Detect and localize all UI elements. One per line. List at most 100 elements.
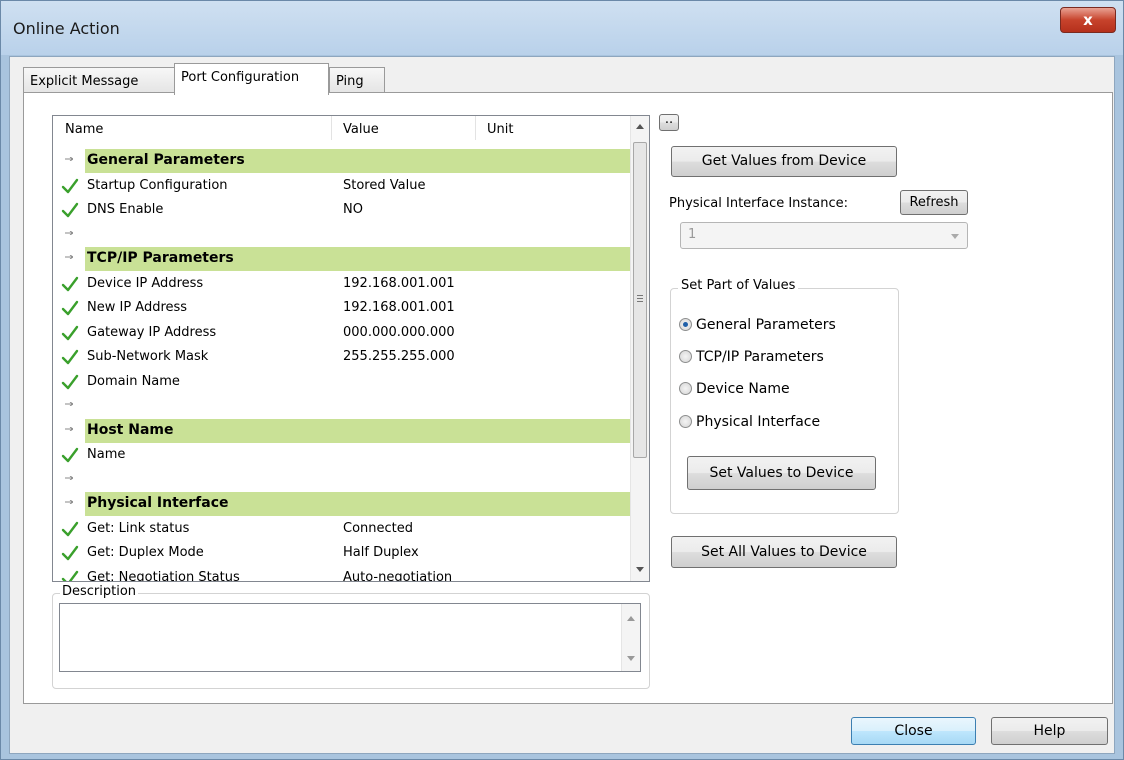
set-part-label: Set Part of Values <box>678 278 799 293</box>
parameter-value: 192.168.001.001 <box>343 275 455 291</box>
scroll-down-icon[interactable] <box>636 567 644 572</box>
grid-item-row[interactable]: New IP Address 192.168.001.001 <box>53 296 630 320</box>
grid-vertical-scrollbar[interactable] <box>630 116 649 581</box>
grid-item-row[interactable]: Get: Negotiation Status Auto-negotiation <box>53 566 630 582</box>
expander-icon[interactable] <box>65 230 73 235</box>
parameter-value: Half Duplex <box>343 545 419 560</box>
column-header-unit[interactable]: Unit <box>487 122 513 137</box>
parameter-grid[interactable]: Name Value Unit General Parameters Startu… <box>52 115 650 582</box>
radio-label: TCP/IP Parameters <box>696 349 824 365</box>
get-values-label: Get Values from Device <box>701 153 867 169</box>
grid-item-row[interactable]: Domain Name <box>53 370 630 394</box>
grid-header: Name Value Unit <box>53 116 630 140</box>
grid-item-row[interactable]: Get: Link status Connected <box>53 517 630 541</box>
grid-spacer-row[interactable] <box>53 468 630 492</box>
help-label: Help <box>1033 723 1066 739</box>
expander-icon[interactable] <box>65 426 73 431</box>
window-title: Online Action <box>13 19 120 38</box>
radio-label: General Parameters <box>696 317 836 333</box>
grid-item-row[interactable]: Name <box>53 443 630 467</box>
expander-icon[interactable] <box>65 255 73 259</box>
grid-item-row[interactable]: Get: Duplex Mode Half Duplex <box>53 541 630 565</box>
grid-spacer-row[interactable] <box>53 223 630 247</box>
chevron-down-icon <box>951 234 959 239</box>
grid-group-row[interactable]: Physical Interface <box>53 492 630 516</box>
parameter-value: 192.168.001.001 <box>343 300 455 315</box>
column-divider[interactable] <box>331 116 332 140</box>
expander-icon[interactable] <box>65 402 73 406</box>
group-label: General Parameters <box>87 152 245 168</box>
column-header-name[interactable]: Name <box>65 122 103 137</box>
ellipsis-button[interactable]: .. <box>659 113 679 131</box>
parameter-value: NO <box>343 202 363 217</box>
grid-group-row[interactable]: TCP/IP Parameters <box>53 247 630 271</box>
description-textbox[interactable] <box>59 603 641 672</box>
radio-physical-interface[interactable]: Physical Interface <box>679 414 820 430</box>
thumb-grip <box>637 298 643 299</box>
parameter-value: 255.255.255.000 <box>343 349 455 364</box>
parameter-value: Connected <box>343 520 414 536</box>
grid-item-row[interactable]: Sub-Network Mask 255.255.255.000 <box>53 345 630 369</box>
radio-icon <box>679 350 692 363</box>
check-icon <box>61 570 79 581</box>
title-bar: Online Action x <box>1 1 1123 55</box>
grid-spacer-row[interactable] <box>53 394 630 418</box>
expander-icon[interactable] <box>65 500 73 504</box>
port-configuration-panel: Name Value Unit General Parameters Startu… <box>23 92 1113 704</box>
set-values-button[interactable]: Set Values to Device <box>687 456 876 490</box>
grid-item-row[interactable]: DNS Enable NO <box>53 198 630 222</box>
parameter-name: Startup Configuration <box>87 177 228 193</box>
parameter-name: New IP Address <box>87 300 188 315</box>
radio-label: Physical Interface <box>696 414 821 430</box>
check-icon <box>61 276 79 291</box>
get-values-button[interactable]: Get Values from Device <box>671 146 897 177</box>
parameter-name: Get: Link status <box>87 520 190 536</box>
check-icon <box>61 349 79 365</box>
parameter-name: Device IP Address <box>87 275 204 291</box>
thumb-grip <box>637 301 643 302</box>
radio-device-name[interactable]: Device Name <box>679 381 790 397</box>
tab-ping[interactable]: Ping <box>329 67 385 95</box>
grid-item-row[interactable]: Device IP Address 192.168.001.001 <box>53 272 630 296</box>
check-icon <box>61 374 79 389</box>
grid-group-row[interactable]: Host Name <box>53 418 630 443</box>
tab-label: Port Configuration <box>181 70 300 85</box>
description-scrollbar[interactable] <box>621 604 640 671</box>
group-label: Physical Interface <box>87 495 229 511</box>
column-header-value[interactable]: Value <box>343 122 379 137</box>
tab-port-configuration[interactable]: Port Configuration <box>174 63 329 95</box>
expander-icon[interactable] <box>65 475 73 480</box>
radio-label: Device Name <box>696 381 790 397</box>
instance-value: 1 <box>688 227 697 242</box>
physical-interface-instance-label: Physical Interface Instance: <box>669 196 849 211</box>
window-close-button[interactable]: x <box>1060 7 1116 33</box>
grid-item-row[interactable]: Startup Configuration Stored Value <box>53 174 630 198</box>
parameter-name: Gateway IP Address <box>87 324 217 340</box>
parameter-value: 000.000.000.000 <box>343 324 455 340</box>
tab-explicit-message[interactable]: Explicit Message <box>23 67 175 95</box>
scroll-up-icon[interactable] <box>636 124 644 129</box>
expander-icon[interactable] <box>65 157 73 161</box>
parameter-name: Domain Name <box>87 373 180 389</box>
radio-icon <box>679 415 692 428</box>
refresh-button[interactable]: Refresh <box>900 190 968 215</box>
instance-select[interactable]: 1 <box>680 222 968 249</box>
group-label: TCP/IP Parameters <box>87 250 234 266</box>
thumb-grip <box>637 295 643 296</box>
help-button[interactable]: Help <box>991 717 1108 745</box>
dialog-client-area: Explicit Message Port Configuration Ping… <box>9 56 1115 754</box>
close-button[interactable]: Close <box>851 717 976 745</box>
set-values-label: Set Values to Device <box>709 465 854 481</box>
set-all-values-button[interactable]: Set All Values to Device <box>671 536 897 568</box>
scroll-thumb[interactable] <box>633 142 647 458</box>
scroll-up-icon[interactable] <box>627 616 635 621</box>
parameter-name: Get: Negotiation Status <box>87 569 240 582</box>
radio-selected-icon <box>679 318 692 331</box>
grid-group-row[interactable]: General Parameters <box>53 149 630 173</box>
radio-general-parameters[interactable]: General Parameters <box>679 317 836 333</box>
radio-tcpip-parameters[interactable]: TCP/IP Parameters <box>679 349 824 365</box>
column-divider[interactable] <box>475 116 476 140</box>
scroll-down-icon[interactable] <box>627 656 635 661</box>
grid-item-row[interactable]: Gateway IP Address 000.000.000.000 <box>53 321 630 345</box>
parameter-name: DNS Enable <box>87 202 164 217</box>
